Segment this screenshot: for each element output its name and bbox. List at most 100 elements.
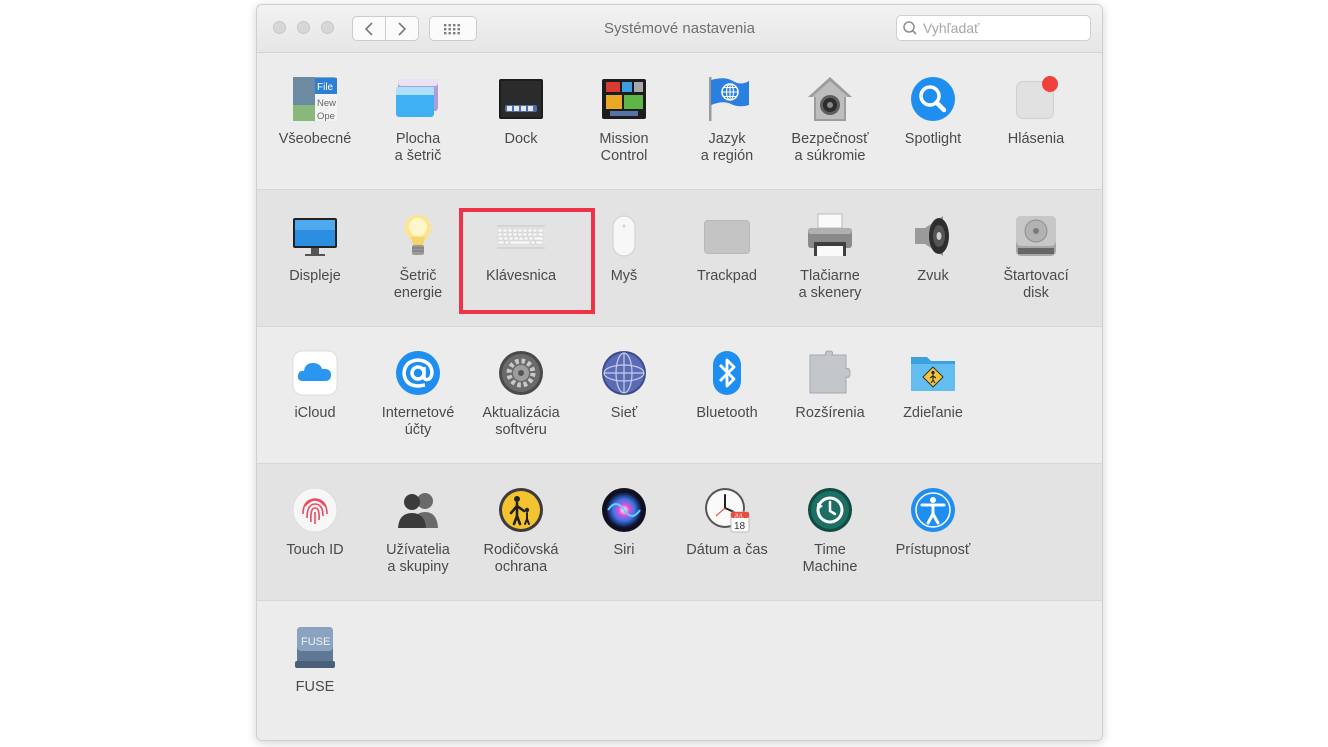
general-icon-text-3: Ope [317,111,335,122]
siri-icon [600,486,648,534]
general-icon-text-1: File [317,82,334,93]
section-internet: iCloud Internetové účty Aktualizácia sof… [257,327,1102,464]
accessibility-icon [909,486,957,534]
pref-fuse[interactable]: FUSE FUSE [265,623,365,696]
section-other: FUSE FUSE [257,601,1102,740]
pref-security-privacy[interactable]: Bezpečnosť a súkromie [780,75,880,165]
section-personal: File New Ope Všeobecné Plocha a šetrič D… [257,53,1102,190]
general-icon-text-2: New [317,98,336,109]
pref-users-groups[interactable]: Užívatelia a skupiny [368,486,468,576]
pref-keyboard[interactable]: Klávesnica [471,212,571,285]
keyboard-icon [494,212,548,260]
time-machine-icon [806,486,854,534]
show-all-button[interactable] [429,16,477,41]
internet-accounts-icon [394,349,442,397]
pref-label: iCloud [294,405,336,421]
software-update-icon [497,349,545,397]
extensions-icon [806,349,854,397]
pref-label: Šetrič energie [393,268,443,301]
pref-label: Touch ID [286,542,344,558]
close-window-button[interactable] [273,21,286,34]
fuse-icon-text: FUSE [301,636,330,648]
general-icon: File New Ope [291,75,339,123]
pref-label: Všeobecné [278,131,352,147]
pref-network[interactable]: Sieť [574,349,674,422]
date-time-icon: JUL 18 [703,486,751,534]
mouse-icon [600,212,648,260]
notifications-icon [1012,75,1060,123]
system-preferences-window: Systémové nastavenia File New Ope [256,4,1103,741]
pref-spotlight[interactable]: Spotlight [883,75,983,148]
pref-siri[interactable]: Siri [574,486,674,559]
pref-extensions[interactable]: Rozšírenia [780,349,880,422]
pref-icloud[interactable]: iCloud [265,349,365,422]
pref-label: Myš [610,268,638,284]
pref-startup-disk[interactable]: Štartovací disk [986,212,1086,302]
pref-label: Spotlight [904,131,962,147]
pref-parental-controls[interactable]: Rodičovská ochrana [471,486,571,576]
pref-internet-accounts[interactable]: Internetové účty [368,349,468,439]
pref-label: Tlačiarne a skenery [798,268,862,301]
pref-date-time[interactable]: JUL 18 Dátum a čas [677,486,777,559]
pref-general[interactable]: File New Ope Všeobecné [265,75,365,148]
pref-sound[interactable]: Zvuk [883,212,983,285]
pref-mission-control[interactable]: Mission Control [574,75,674,165]
calendar-month-text: JUL [734,514,744,520]
pref-touch-id[interactable]: Touch ID [265,486,365,559]
pref-label: Prístupnosť [895,542,971,558]
pref-accessibility[interactable]: Prístupnosť [883,486,983,559]
fuse-icon: FUSE [291,623,339,671]
pref-label: Sieť [610,405,638,421]
pref-label: Rozšírenia [795,405,865,421]
pref-label: Dock [504,131,538,147]
startup-disk-icon [1012,212,1060,260]
pref-time-machine[interactable]: Time Machine [780,486,880,576]
pref-notifications[interactable]: Hlásenia [986,75,1086,148]
pref-label: Zvuk [917,268,949,284]
pref-label: Hlásenia [1007,131,1065,147]
search-icon [903,21,917,35]
search-field[interactable] [896,15,1091,41]
trackpad-icon [703,212,751,260]
pref-label: Plocha a šetrič [394,131,442,164]
pref-bluetooth[interactable]: Bluetooth [677,349,777,422]
pref-printers-scanners[interactable]: Tlačiarne a skenery [780,212,880,302]
touch-id-icon [291,486,339,534]
pref-software-update[interactable]: Aktualizácia softvéru [471,349,571,439]
pref-energy-saver[interactable]: Šetrič energie [368,212,468,302]
grid-icon [444,23,460,34]
desktop-screensaver-icon [394,75,442,123]
zoom-window-button[interactable] [321,21,334,34]
pref-trackpad[interactable]: Trackpad [677,212,777,285]
pref-label: Štartovací disk [1003,268,1069,301]
minimize-window-button[interactable] [297,21,310,34]
bluetooth-icon [703,349,751,397]
sharing-icon [909,349,957,397]
pref-label: Zdieľanie [903,405,963,421]
sound-icon [909,212,957,260]
displays-icon [291,212,339,260]
pref-label: Aktualizácia softvéru [482,405,560,438]
calendar-day-text: 18 [734,521,746,532]
pref-mouse[interactable]: Myš [574,212,674,285]
language-region-icon [703,75,751,123]
printers-scanners-icon [806,212,854,260]
mission-control-icon [600,75,648,123]
pref-dock[interactable]: Dock [471,75,571,148]
pref-sharing[interactable]: Zdieľanie [883,349,983,422]
pref-desktop-screensaver[interactable]: Plocha a šetrič [368,75,468,165]
network-icon [600,349,648,397]
forward-button[interactable] [385,16,419,41]
chevron-left-icon [364,21,373,36]
pref-displays[interactable]: Displeje [265,212,365,285]
pref-label: Mission Control [599,131,649,164]
search-input[interactable] [923,20,1083,36]
section-system: Touch ID Užívatelia a skupiny Rodičovská… [257,464,1102,601]
parental-controls-icon [497,486,545,534]
back-button[interactable] [352,16,386,41]
pref-label: Rodičovská ochrana [483,542,559,575]
pref-language-region[interactable]: Jazyk a región [677,75,777,165]
pref-label: Displeje [289,268,341,284]
pref-label: Time Machine [802,542,858,575]
users-groups-icon [394,486,442,534]
